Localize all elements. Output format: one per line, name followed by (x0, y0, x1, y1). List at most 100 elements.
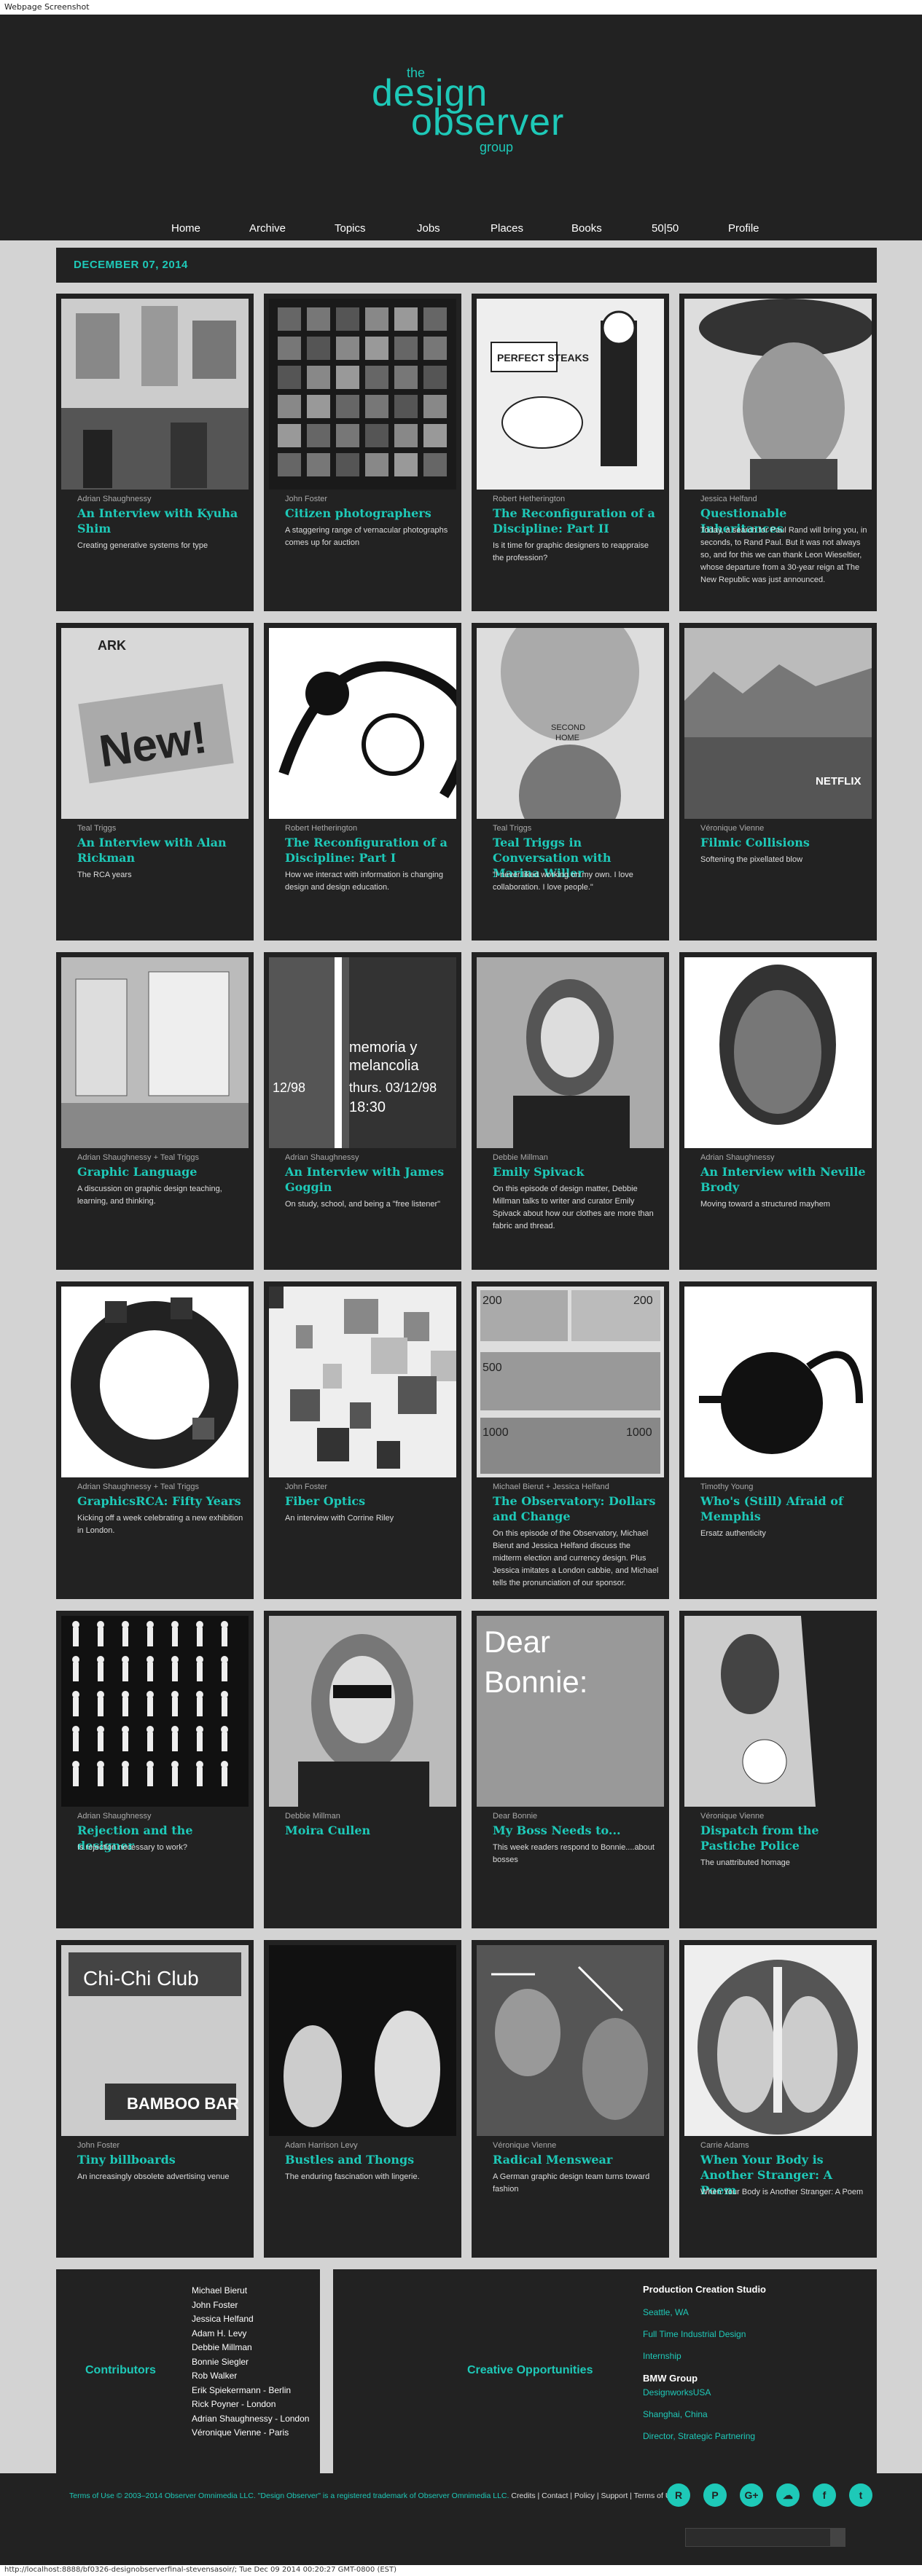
article-author[interactable]: Robert Hetherington (493, 495, 660, 503)
article-author[interactable]: Carrie Adams (700, 2141, 868, 2150)
article-author[interactable]: Timothy Young (700, 1483, 868, 1491)
article-thumbnail[interactable] (684, 957, 872, 1148)
article-card[interactable]: NETFLIX Véronique Vienne Filmic Collisio… (679, 623, 877, 941)
article-title[interactable]: An Interview with Kyuha Shim (77, 506, 245, 537)
article-title[interactable]: The Observatory: Dollars and Change (493, 1494, 660, 1525)
google-plus-icon[interactable]: G+ (740, 2483, 763, 2507)
article-card[interactable]: Véronique Vienne Dispatch from the Pasti… (679, 1611, 877, 1928)
article-card[interactable]: Timothy Young Who's (Still) Afraid of Me… (679, 1281, 877, 1599)
article-author[interactable]: John Foster (77, 2141, 245, 2150)
article-card[interactable]: PERFECT STEAKS Robert Hetherington The R… (472, 294, 669, 611)
job-link[interactable]: Director, Strategic Partnering (643, 2431, 755, 2441)
article-thumbnail[interactable]: NETFLIX (684, 628, 872, 819)
article-author[interactable]: Michael Bierut + Jessica Helfand (493, 1483, 660, 1491)
nav-topics[interactable]: Topics (335, 222, 366, 235)
job-link[interactable]: Seattle, WA (643, 2307, 689, 2317)
article-thumbnail[interactable] (684, 1945, 872, 2136)
article-author[interactable]: Adrian Shaughnessy (77, 495, 245, 503)
job-link[interactable]: Full Time Industrial Design (643, 2329, 746, 2339)
job-link[interactable]: Shanghai, China (643, 2409, 708, 2419)
article-card[interactable]: Robert Hetherington The Reconfiguration … (264, 623, 461, 941)
article-card[interactable]: Véronique Vienne Radical Menswear A Germ… (472, 1940, 669, 2258)
article-thumbnail[interactable] (61, 1616, 249, 1807)
article-author[interactable]: Véronique Vienne (700, 824, 868, 833)
twitter-icon[interactable]: t (849, 2483, 872, 2507)
article-thumbnail[interactable] (269, 299, 456, 490)
article-thumbnail[interactable]: SECOND HOME (477, 628, 664, 819)
article-card[interactable]: John Foster Fiber Optics An interview wi… (264, 1281, 461, 1599)
article-title[interactable]: GraphicsRCA: Fifty Years (77, 1494, 245, 1509)
article-thumbnail[interactable] (61, 957, 249, 1148)
search-input[interactable] (685, 2528, 831, 2547)
site-logo[interactable]: the design observer group (364, 66, 569, 160)
article-thumbnail[interactable]: Dear Bonnie: (477, 1616, 664, 1807)
contributor-link[interactable]: Véronique Vienne - Paris (192, 2426, 309, 2440)
article-title[interactable]: Dispatch from the Pastiche Police (700, 1823, 868, 1854)
article-author[interactable]: Teal Triggs (493, 824, 660, 833)
contributor-link[interactable]: Debbie Millman (192, 2341, 309, 2355)
nav-profile[interactable]: Profile (728, 222, 759, 235)
article-card[interactable]: John Foster Citizen photographers A stag… (264, 294, 461, 611)
article-title[interactable]: The Reconfiguration of a Discipline: Par… (493, 506, 660, 537)
article-thumbnail[interactable]: PERFECT STEAKS (477, 299, 664, 490)
article-card[interactable]: Adrian Shaughnessy An Interview with Nev… (679, 952, 877, 1270)
article-author[interactable]: Jessica Helfand (700, 495, 868, 503)
article-thumbnail[interactable] (684, 299, 872, 490)
job-link[interactable]: Internship (643, 2351, 681, 2361)
article-title[interactable]: Bustles and Thongs (285, 2153, 453, 2168)
contributor-link[interactable]: Jessica Helfand (192, 2312, 309, 2327)
article-author[interactable]: John Foster (285, 495, 453, 503)
article-thumbnail[interactable] (269, 1287, 456, 1477)
rss-icon[interactable]: R (667, 2483, 690, 2507)
contributor-link[interactable]: Bonnie Siegler (192, 2355, 309, 2370)
article-thumbnail[interactable] (61, 1287, 249, 1477)
article-author[interactable]: Debbie Millman (493, 1153, 660, 1162)
nav-home[interactable]: Home (171, 222, 200, 235)
facebook-icon[interactable]: f (813, 2483, 836, 2507)
article-author[interactable]: Robert Hetherington (285, 824, 453, 833)
article-thumbnail[interactable] (269, 628, 456, 819)
article-card[interactable]: Adrian Shaughnessy An Interview with Kyu… (56, 294, 254, 611)
nav-archive[interactable]: Archive (249, 222, 286, 235)
article-title[interactable]: Filmic Collisions (700, 836, 868, 851)
article-card[interactable]: Debbie Millman Moira Cullen (264, 1611, 461, 1928)
contributor-link[interactable]: Erik Spiekermann - Berlin (192, 2384, 309, 2398)
contributor-link[interactable]: Adrian Shaughnessy - London (192, 2412, 309, 2427)
article-thumbnail[interactable] (61, 299, 249, 490)
article-title[interactable]: Tiny billboards (77, 2153, 245, 2168)
article-author[interactable]: Teal Triggs (77, 824, 245, 833)
article-card[interactable]: ARK New! Teal Triggs An Interview with Al… (56, 623, 254, 941)
article-card[interactable]: Debbie Millman Emily Spivack On this epi… (472, 952, 669, 1270)
article-thumbnail[interactable] (684, 1616, 872, 1807)
contributor-link[interactable]: Adam H. Levy (192, 2327, 309, 2341)
job-link[interactable]: DesignworksUSA (643, 2387, 711, 2398)
article-author[interactable]: Dear Bonnie (493, 1812, 660, 1821)
search-button[interactable] (831, 2528, 845, 2547)
nav-places[interactable]: Places (491, 222, 523, 235)
article-title[interactable]: Emily Spivack (493, 1165, 660, 1180)
article-card[interactable]: 200 200 500 1000 1000 Michael Bierut + Jessi… (472, 1281, 669, 1599)
copyright-text[interactable]: Terms of Use © 2003–2014 Observer Omnime… (69, 2491, 509, 2500)
article-thumbnail[interactable]: ARK New! (61, 628, 249, 819)
article-card[interactable]: Jessica Helfand Questionable Inheritance… (679, 294, 877, 611)
nav-50-50[interactable]: 50|50 (652, 222, 679, 235)
article-card[interactable]: Carrie Adams When Your Body is Another S… (679, 1940, 877, 2258)
article-title[interactable]: An Interview with Alan Rickman (77, 836, 245, 866)
contributor-link[interactable]: Michael Bierut (192, 2284, 309, 2298)
article-card[interactable]: Chi-Chi Club BAMBOO BAR John Foster Tiny … (56, 1940, 254, 2258)
article-title[interactable]: Fiber Optics (285, 1494, 453, 1509)
nav-books[interactable]: Books (571, 222, 602, 235)
article-author[interactable]: Véronique Vienne (700, 1812, 868, 1821)
article-author[interactable]: Adrian Shaughnessy + Teal Triggs (77, 1153, 245, 1162)
article-title[interactable]: Moira Cullen (285, 1823, 453, 1839)
article-title[interactable]: An Interview with Neville Brody (700, 1165, 868, 1195)
article-author[interactable]: John Foster (285, 1483, 453, 1491)
article-card[interactable]: memoria y melancolia thurs. 03/12/98 18:30 1… (264, 952, 461, 1270)
contributor-link[interactable]: John Foster (192, 2298, 309, 2313)
article-card[interactable]: Adrian Shaughnessy + Teal Triggs Graphic… (56, 1281, 254, 1599)
article-author[interactable]: Adrian Shaughnessy (285, 1153, 453, 1162)
article-title[interactable]: The Reconfiguration of a Discipline: Par… (285, 836, 453, 866)
article-author[interactable]: Adrian Shaughnessy (77, 1812, 245, 1821)
article-thumbnail[interactable]: Chi-Chi Club BAMBOO BAR (61, 1945, 249, 2136)
article-card[interactable]: Adrian Shaughnessy Rejection and the des… (56, 1611, 254, 1928)
